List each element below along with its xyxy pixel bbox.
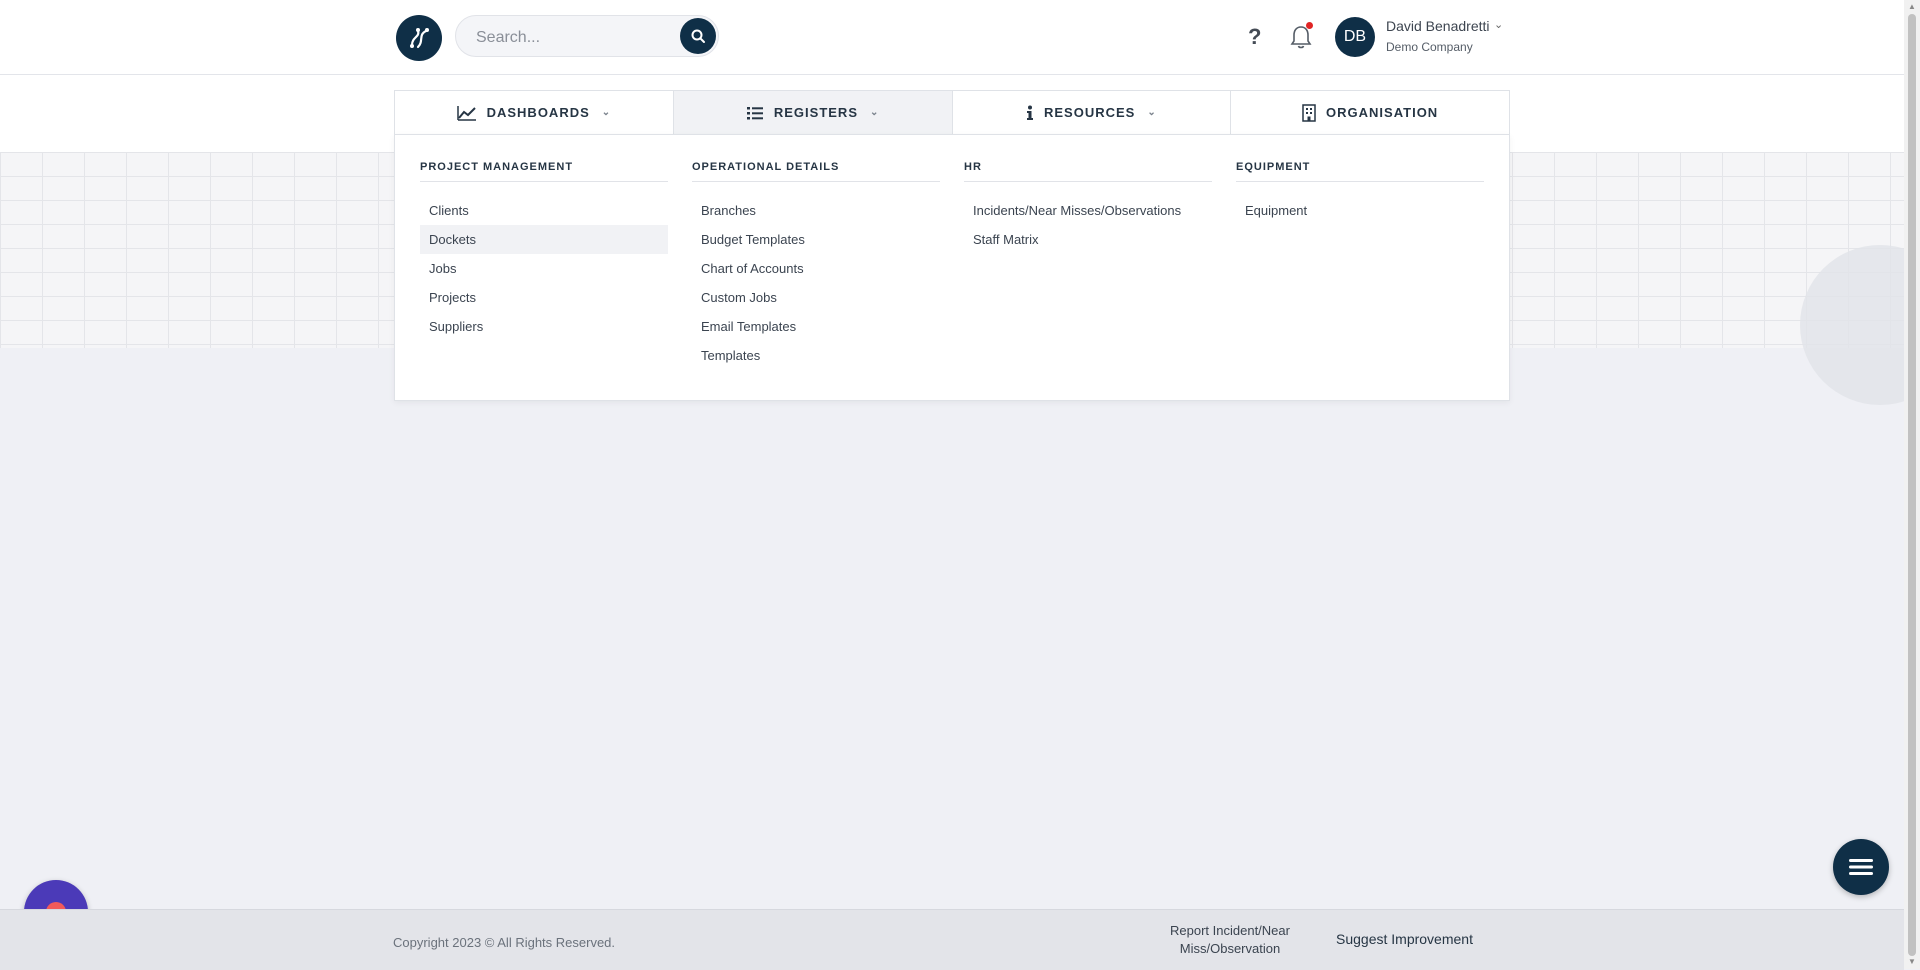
nav-dashboards-label: DASHBOARDS [486,105,590,120]
floating-menu-button[interactable] [1833,839,1889,895]
menu-column-equipment: EQUIPMENT Equipment [1236,161,1484,225]
search-icon [691,29,705,43]
user-menu-chevron-down-icon[interactable]: ⌄ [1494,18,1503,31]
chevron-down-icon: ⌄ [1147,107,1157,118]
footer [0,909,1904,970]
menu-item-equipment[interactable]: Equipment [1236,196,1484,225]
menu-item-dockets[interactable]: Dockets [420,225,668,254]
nav-registers-label: REGISTERS [773,105,858,120]
scroll-up-arrow-icon[interactable]: ▲ [1908,2,1916,11]
menu-item-projects[interactable]: Projects [420,283,668,312]
info-icon [1027,105,1033,120]
menu-column-project-management: PROJECT MANAGEMENT Clients Dockets Jobs … [420,161,668,341]
user-avatar[interactable]: DB [1335,17,1375,57]
search-button[interactable] [680,18,716,54]
building-icon [1302,103,1316,122]
menu-column-hr: HR Incidents/Near Misses/Observations St… [964,161,1212,254]
menu-item-email-templates[interactable]: Email Templates [692,312,940,341]
nav-organisation-label: ORGANISATION [1326,105,1439,120]
search-box [455,15,719,57]
main-nav: DASHBOARDS ⌄ REGISTERS ⌄ RESOURCES ⌄ ORG… [394,90,1510,135]
nav-registers[interactable]: REGISTERS ⌄ [673,91,953,134]
app-logo[interactable] [396,15,442,61]
menu-item-incidents[interactable]: Incidents/Near Misses/Observations [964,196,1212,225]
scroll-down-arrow-icon[interactable]: ▼ [1908,957,1916,966]
menu-column-title: HR [964,161,1212,182]
report-incident-line2: Miss/Observation [1179,941,1281,956]
menu-item-templates[interactable]: Templates [692,341,940,370]
menu-item-jobs[interactable]: Jobs [420,254,668,283]
suggest-improvement-link[interactable]: Suggest Improvement [1336,931,1473,947]
registers-dropdown-menu: PROJECT MANAGEMENT Clients Dockets Jobs … [394,134,1510,401]
menu-item-clients[interactable]: Clients [420,196,668,225]
scrollbar-thumb[interactable] [1908,14,1916,956]
menu-column-title: OPERATIONAL DETAILS [692,161,940,182]
line-chart-icon [456,105,476,121]
menu-item-budget-templates[interactable]: Budget Templates [692,225,940,254]
list-icon [746,106,763,119]
report-incident-link[interactable]: Report Incident/Near Miss/Observation [1160,922,1300,958]
menu-column-title: EQUIPMENT [1236,161,1484,182]
nav-resources[interactable]: RESOURCES ⌄ [953,91,1232,134]
nav-organisation[interactable]: ORGANISATION [1231,91,1509,134]
menu-item-branches[interactable]: Branches [692,196,940,225]
nav-dashboards[interactable]: DASHBOARDS ⌄ [395,91,674,134]
menu-item-custom-jobs[interactable]: Custom Jobs [692,283,940,312]
nav-resources-label: RESOURCES [1044,105,1136,120]
user-name[interactable]: David Benadretti [1386,18,1490,34]
chevron-down-icon: ⌄ [869,107,880,118]
copyright-text: Copyright 2023 © All Rights Reserved. [393,935,616,950]
chevron-down-icon: ⌄ [601,107,612,118]
search-input[interactable] [474,26,658,50]
notification-dot [1306,22,1313,29]
top-bar [0,0,1904,75]
hamburger-icon [1849,859,1873,875]
menu-column-operational-details: OPERATIONAL DETAILS Branches Budget Temp… [692,161,940,370]
menu-item-staff-matrix[interactable]: Staff Matrix [964,225,1212,254]
company-name: Demo Company [1386,40,1473,54]
menu-item-chart-of-accounts[interactable]: Chart of Accounts [692,254,940,283]
menu-item-suppliers[interactable]: Suppliers [420,312,668,341]
logo-icon [410,28,429,49]
help-icon[interactable]: ? [1248,24,1261,50]
menu-column-title: PROJECT MANAGEMENT [420,161,668,182]
report-incident-line1: Report Incident/Near [1170,923,1290,938]
